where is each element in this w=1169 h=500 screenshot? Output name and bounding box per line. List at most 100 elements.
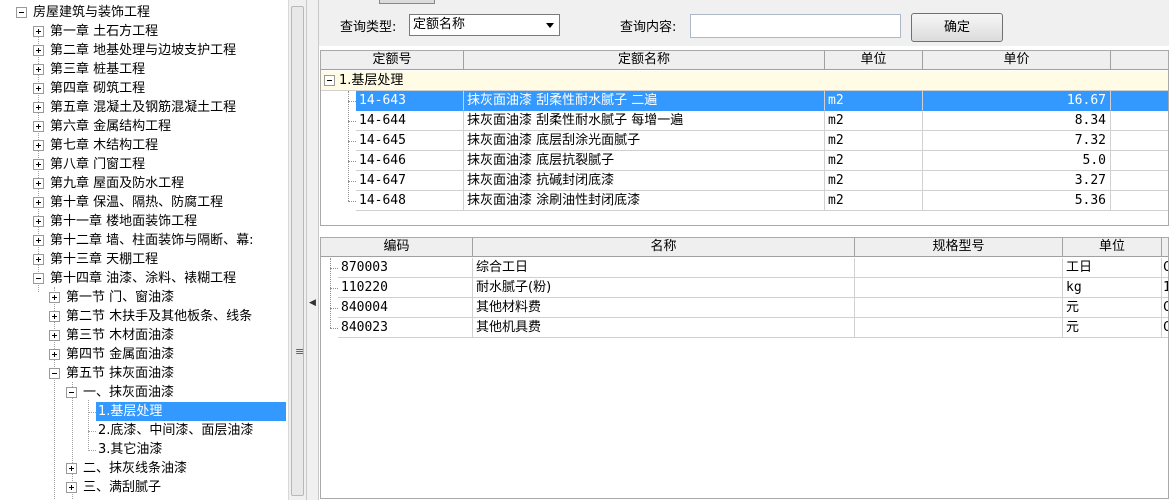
tree-section-2[interactable]: 第二节 木扶手及其他板条、线条: [0, 307, 288, 326]
quota-unit: m2: [825, 191, 923, 211]
quota-price: 5.36: [923, 191, 1111, 211]
group-row[interactable]: 1.基层处理: [321, 71, 1168, 91]
tree-chapter-4[interactable]: 第四章 砌筑工程: [0, 79, 288, 98]
panel-splitter[interactable]: ◀: [306, 0, 319, 500]
table-row[interactable]: 14-646 抹灰面油漆 底层抗裂腻子 m2 5.0: [321, 151, 1168, 171]
quota-table[interactable]: 定额号 定额名称 单位 单价 1.基层处理 14-643 抹灰面油漆 刮柔性耐水…: [320, 50, 1169, 226]
tree-subsection-2[interactable]: 二、抹灰线条油漆: [0, 459, 288, 478]
collapse-icon[interactable]: [324, 75, 335, 86]
table-row[interactable]: 14-648 抹灰面油漆 涂刷油性封闭底漆 m2 5.36: [321, 191, 1168, 211]
column-header[interactable]: 编码: [321, 238, 473, 257]
column-header[interactable]: 规格型号: [855, 238, 1063, 257]
table-row[interactable]: 110220 耐水腻子(粉) kg 1: [321, 278, 1168, 298]
tree-scrollbar-thumb[interactable]: ≡: [291, 6, 304, 496]
tree-chapter-11[interactable]: 第十一章 楼地面装饰工程: [0, 212, 288, 231]
quota-price: 16.67: [923, 91, 1111, 111]
expand-icon[interactable]: [49, 330, 60, 341]
collapse-left-icon[interactable]: ◀: [309, 298, 316, 308]
expand-icon[interactable]: [33, 197, 44, 208]
tree-item-2[interactable]: 2.底漆、中间漆、面层油漆: [0, 421, 288, 440]
expand-icon[interactable]: [33, 159, 44, 170]
tree-chapter-2[interactable]: 第二章 地基处理与边坡支护工程: [0, 41, 288, 60]
table-row[interactable]: 840023 其他机具费 元 C: [321, 318, 1168, 338]
material-extra: 1: [1162, 278, 1168, 298]
tree-chapter-5[interactable]: 第五章 混凝土及钢筋混凝土工程: [0, 98, 288, 117]
tree-item-3[interactable]: 3.其它油漆: [0, 440, 288, 459]
confirm-button[interactable]: 确定: [911, 13, 1003, 42]
expand-icon[interactable]: [33, 178, 44, 189]
tree-item-1[interactable]: 1.基层处理: [0, 402, 288, 421]
tree-subsection-1[interactable]: 一、抹灰面油漆: [0, 383, 288, 402]
expand-icon[interactable]: [33, 83, 44, 94]
table-row[interactable]: 14-644 抹灰面油漆 刮柔性耐水腻子 每增一遍 m2 8.34: [321, 111, 1168, 131]
table-row[interactable]: 14-645 抹灰面油漆 底层刮涂光面腻子 m2 7.32: [321, 131, 1168, 151]
material-code: 840004: [338, 298, 473, 318]
tree-chapter-9[interactable]: 第九章 屋面及防水工程: [0, 174, 288, 193]
tree-chapter-14[interactable]: 第十四章 油漆、涂料、裱糊工程: [0, 269, 288, 288]
tree-chapter-label: 第六章 金属结构工程: [50, 119, 172, 134]
expand-icon[interactable]: [49, 349, 60, 360]
tree-chapter-8[interactable]: 第八章 门窗工程: [0, 155, 288, 174]
expand-icon[interactable]: [33, 102, 44, 113]
tree-section-5[interactable]: 第五节 抹灰面油漆: [0, 364, 288, 383]
tree-root[interactable]: 房屋建筑与装饰工程: [0, 3, 288, 22]
material-extra: C: [1162, 318, 1168, 338]
expand-icon[interactable]: [33, 216, 44, 227]
tree-chapter-6[interactable]: 第六章 金属结构工程: [0, 117, 288, 136]
tree-scrollbar[interactable]: ≡: [288, 0, 306, 500]
expand-icon[interactable]: [33, 64, 44, 75]
query-content-input[interactable]: [690, 14, 901, 38]
tree-chapter-1[interactable]: 第一章 土石方工程: [0, 22, 288, 41]
column-header[interactable]: 单价: [923, 51, 1111, 70]
tree-section-3[interactable]: 第三节 木材面油漆: [0, 326, 288, 345]
material-code: 840023: [338, 318, 473, 338]
tree-chapter-label: 第二章 地基处理与边坡支护工程: [50, 43, 237, 58]
quota-name: 抹灰面油漆 底层刮涂光面腻子: [464, 131, 825, 151]
group-label: 1.基层处理: [339, 73, 404, 88]
tree-section-1[interactable]: 第一节 门、窗油漆: [0, 288, 288, 307]
column-header[interactable]: 单位: [1063, 238, 1162, 257]
query-type-select[interactable]: 定额名称: [409, 14, 560, 36]
collapse-icon[interactable]: [16, 7, 27, 18]
expand-icon[interactable]: [33, 235, 44, 246]
expand-icon[interactable]: [33, 45, 44, 56]
column-header[interactable]: 定额号: [321, 51, 464, 70]
tree-chapter-10[interactable]: 第十章 保温、隔热、防腐工程: [0, 193, 288, 212]
column-header[interactable]: 名称: [473, 238, 855, 257]
expand-icon[interactable]: [33, 140, 44, 151]
table-row[interactable]: 14-647 抹灰面油漆 抗碱封闭底漆 m2 3.27: [321, 171, 1168, 191]
material-name: 其他机具费: [473, 318, 855, 338]
expand-icon[interactable]: [66, 463, 77, 474]
tree-subsection-3[interactable]: 三、满刮腻子: [0, 478, 288, 497]
quota-unit: m2: [825, 151, 923, 171]
expand-icon[interactable]: [49, 311, 60, 322]
column-header[interactable]: 单位: [825, 51, 923, 70]
material-spec: [855, 278, 1063, 298]
tree-subsection-label: 三、满刮腻子: [83, 480, 162, 495]
collapse-icon[interactable]: [33, 273, 44, 284]
table-row[interactable]: 840004 其他材料费 元 C: [321, 298, 1168, 318]
material-code: 110220: [338, 278, 473, 298]
expand-icon[interactable]: [33, 254, 44, 265]
column-header[interactable]: 定额名称: [464, 51, 825, 70]
dropdown-arrow-icon[interactable]: [546, 23, 554, 28]
collapse-icon[interactable]: [49, 368, 60, 379]
expand-icon[interactable]: [33, 121, 44, 132]
expand-icon[interactable]: [33, 26, 44, 37]
tree-chapter-label: 第一章 土石方工程: [50, 24, 159, 39]
expand-icon[interactable]: [49, 292, 60, 303]
quota-code: 14-646: [356, 151, 464, 171]
collapse-icon[interactable]: [66, 387, 77, 398]
category-tree[interactable]: 房屋建筑与装饰工程 第一章 土石方工程 第二章 地基处理与边坡支护工程 第三章 …: [0, 0, 288, 500]
tree-chapter-12[interactable]: 第十二章 墙、柱面装饰与隔断、幕:: [0, 231, 288, 250]
tree-chapter-13[interactable]: 第十三章 天棚工程: [0, 250, 288, 269]
tree-section-4[interactable]: 第四节 金属面油漆: [0, 345, 288, 364]
table-row[interactable]: 14-643 抹灰面油漆 刮柔性耐水腻子 二遍 m2 16.67: [321, 91, 1168, 111]
material-table[interactable]: 编码 名称 规格型号 单位 870003 综合工日 工日 C 110220 耐水…: [320, 237, 1169, 499]
expand-icon[interactable]: [66, 482, 77, 493]
table-row[interactable]: 870003 综合工日 工日 C: [321, 258, 1168, 278]
tree-chapter-7[interactable]: 第七章 木结构工程: [0, 136, 288, 155]
quota-unit: m2: [825, 171, 923, 191]
tab[interactable]: [379, 0, 435, 4]
tree-chapter-3[interactable]: 第三章 桩基工程: [0, 60, 288, 79]
